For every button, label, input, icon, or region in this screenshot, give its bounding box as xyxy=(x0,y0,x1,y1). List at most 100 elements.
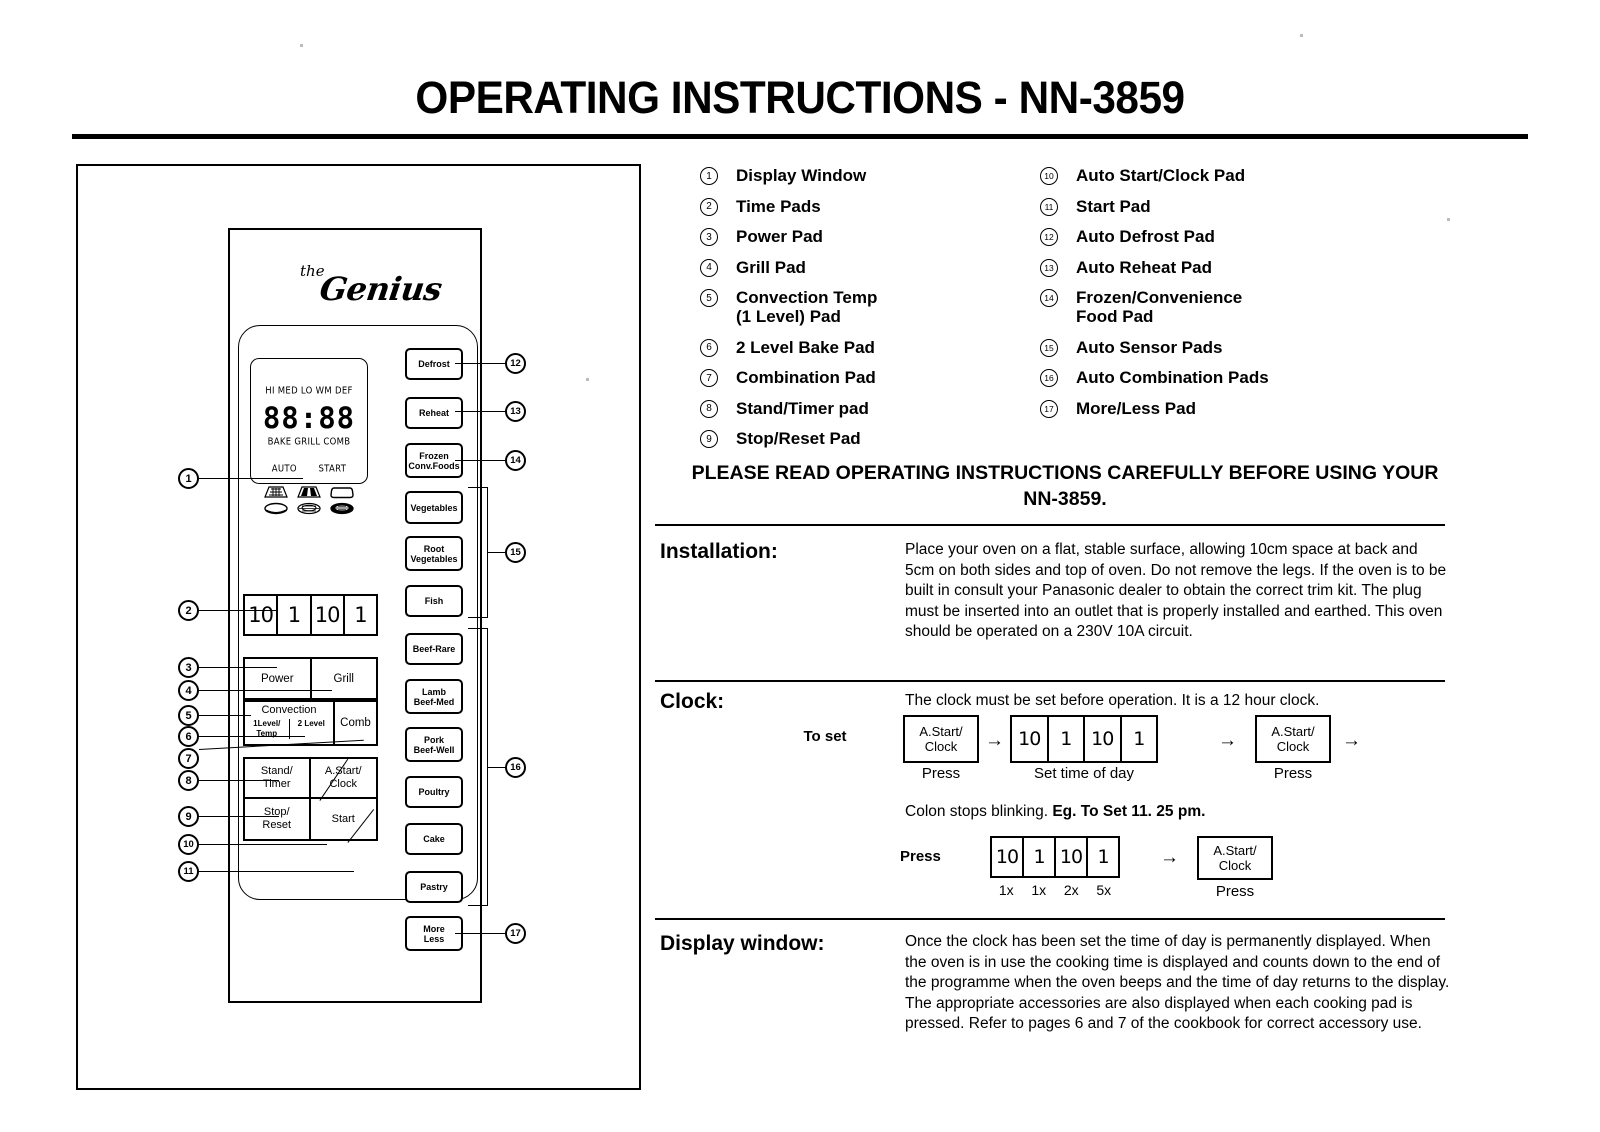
accessory-icon-row-2 xyxy=(251,502,367,515)
colon-blink-text: Colon stops blinking. xyxy=(905,803,1049,820)
auto-pad-pastry[interactable]: Pastry xyxy=(405,871,463,903)
callout-13: 13 xyxy=(505,401,526,422)
installation-body: Place your oven on a flat, stable surfac… xyxy=(905,541,1447,640)
leader-14 xyxy=(455,460,507,462)
clock-example-pad[interactable]: A.Start/Clock xyxy=(1197,836,1273,880)
power-level-indicators: HI MED LO WM DEF xyxy=(265,385,353,397)
legend-column-right: 10 Auto Start/Clock Pad 11 Start Pad 12 … xyxy=(1040,166,1269,429)
display-digits: 88:88 xyxy=(262,401,356,435)
example-digit-4[interactable]: 1 xyxy=(1088,838,1118,876)
clock-step1-pad[interactable]: A.Start/Clock xyxy=(903,715,979,763)
accessory-icon-row-1 xyxy=(251,486,367,499)
legend-number: 4 xyxy=(700,258,718,277)
legend-label: Combination Pad xyxy=(736,368,876,387)
please-read-notice: PLEASE READ OPERATING INSTRUCTIONS CAREF… xyxy=(691,462,1439,510)
legend-item-12: 12 Auto Defrost Pad xyxy=(1040,227,1269,246)
legend-column-left: 1 Display Window 2 Time Pads 3 Power Pad… xyxy=(700,166,877,460)
legend-number: 8 xyxy=(700,399,718,418)
time-pads-group[interactable]: 10 1 10 1 xyxy=(243,594,378,636)
legend-number: 7 xyxy=(700,369,718,387)
auto-pad-lamb-beef-med[interactable]: Lamb Beef-Med xyxy=(405,679,463,714)
legend-label: Power Pad xyxy=(736,227,823,246)
example-digit-1[interactable]: 10 xyxy=(992,838,1024,876)
leader-9 xyxy=(199,816,279,818)
clock-digit-4[interactable]: 1 xyxy=(1122,717,1157,761)
legend-item-7: 7 Combination Pad xyxy=(700,368,877,387)
start-indicator: START xyxy=(318,463,347,475)
clock-step2-timepads[interactable]: 10 1 10 1 xyxy=(1010,715,1158,763)
legend-label: Auto Defrost Pad xyxy=(1076,227,1215,246)
leader-8 xyxy=(199,780,279,782)
legend-label: Auto Reheat Pad xyxy=(1076,257,1213,277)
legend-item-5: 5 Convection Temp (1 Level) Pad xyxy=(700,288,877,326)
genius-brand-logo: the Genius xyxy=(292,258,444,318)
legend-label: Auto Combination Pads xyxy=(1076,368,1269,387)
time-pad-10-sec[interactable]: 10 xyxy=(312,596,345,634)
legend-label: Start Pad xyxy=(1076,196,1151,216)
clock-digit-2[interactable]: 1 xyxy=(1049,717,1085,761)
leader-17 xyxy=(455,933,507,935)
clock-digit-3[interactable]: 10 xyxy=(1085,717,1122,761)
clock-divider xyxy=(655,680,1445,682)
legend-item-9: 9 Stop/Reset Pad xyxy=(700,429,877,448)
stand-timer-pad[interactable]: Stand/Timer xyxy=(245,759,311,799)
comb-pad[interactable]: Comb xyxy=(335,702,376,744)
grill-rack-icon xyxy=(263,486,289,499)
power-pad[interactable]: Power xyxy=(245,659,312,698)
clock-heading: Clock: xyxy=(660,690,725,713)
auto-pad-root-vegetables[interactable]: Root Vegetables xyxy=(405,536,463,571)
stop-reset-pad[interactable]: Stop/Reset xyxy=(245,799,311,839)
auto-pad-poultry[interactable]: Poultry xyxy=(405,776,463,808)
power-grill-group: Power Grill xyxy=(243,657,378,700)
callout-15: 15 xyxy=(505,542,526,563)
clock-digit-1[interactable]: 10 xyxy=(1012,717,1049,761)
auto-pad-fish[interactable]: Fish xyxy=(405,585,463,617)
legend-item-10: 10 Auto Start/Clock Pad xyxy=(1040,166,1269,185)
clock-example-arrow: → xyxy=(1160,847,1179,868)
clock-arrow-2: → xyxy=(1218,730,1237,751)
legend-number: 17 xyxy=(1040,399,1058,418)
example-time-text: To Set 11. 25 pm. xyxy=(1080,803,1206,820)
auto-pad-cake[interactable]: Cake xyxy=(405,823,463,855)
example-digit-2[interactable]: 1 xyxy=(1024,838,1056,876)
leader-3 xyxy=(199,667,277,669)
legend-item-6: 6 2 Level Bake Pad xyxy=(700,338,877,357)
time-pad-10-min[interactable]: 10 xyxy=(245,596,279,634)
legend-item-15: 15 Auto Sensor Pads xyxy=(1040,338,1269,357)
installation-heading: Installation: xyxy=(660,540,778,563)
clock-example-press-counts: 1x 1x 2x 5x xyxy=(990,882,1120,898)
clock-arrow-3: → xyxy=(1342,730,1361,751)
time-pad-1-sec[interactable]: 1 xyxy=(345,596,376,634)
leader-10 xyxy=(199,844,327,846)
callout-14: 14 xyxy=(505,450,526,471)
legend-number: 5 xyxy=(700,289,718,307)
round-rack-icon xyxy=(296,502,322,515)
legend-item-14: 14 Frozen/Convenience Food Pad xyxy=(1040,288,1269,326)
bracket-16 xyxy=(468,628,488,906)
legend-item-8: 8 Stand/Timer pad xyxy=(700,399,877,418)
auto-pad-reheat[interactable]: Reheat xyxy=(405,397,463,429)
clock-step3-pad[interactable]: A.Start/Clock xyxy=(1255,715,1331,763)
auto-pad-pork-beef-well[interactable]: Pork Beef-Well xyxy=(405,727,463,762)
legend-number: 13 xyxy=(1040,258,1058,277)
callout-9: 9 xyxy=(178,806,199,827)
grill-pad[interactable]: Grill xyxy=(312,659,377,698)
clock-example-line: Colon stops blinking. Eg. To Set 11. 25 … xyxy=(905,803,1205,821)
example-digit-3[interactable]: 10 xyxy=(1056,838,1088,876)
auto-pad-beef-rare[interactable]: Beef-Rare xyxy=(405,633,463,665)
time-pad-1-min[interactable]: 1 xyxy=(278,596,312,634)
convection-label: Convection xyxy=(261,704,317,716)
legend-item-16: 16 Auto Combination Pads xyxy=(1040,368,1269,387)
legend-label: Convection Temp (1 Level) Pad xyxy=(736,288,878,326)
convection-pads: Convection 1Level/Temp 2 Level xyxy=(245,702,335,744)
scan-artifact-3 xyxy=(586,378,589,381)
auto-pad-vegetables[interactable]: Vegetables xyxy=(405,491,463,524)
legend-number: 2 xyxy=(700,197,718,216)
auto-start-indicators: AUTO START xyxy=(251,463,367,475)
legend-item-1: 1 Display Window xyxy=(700,166,877,185)
legend-label: Stop/Reset Pad xyxy=(736,429,861,448)
clock-example-timepads[interactable]: 10 1 10 1 xyxy=(990,836,1120,878)
legend-item-3: 3 Power Pad xyxy=(700,227,877,246)
callout-3: 3 xyxy=(178,657,199,678)
press-count-1: 1x xyxy=(998,882,1014,898)
